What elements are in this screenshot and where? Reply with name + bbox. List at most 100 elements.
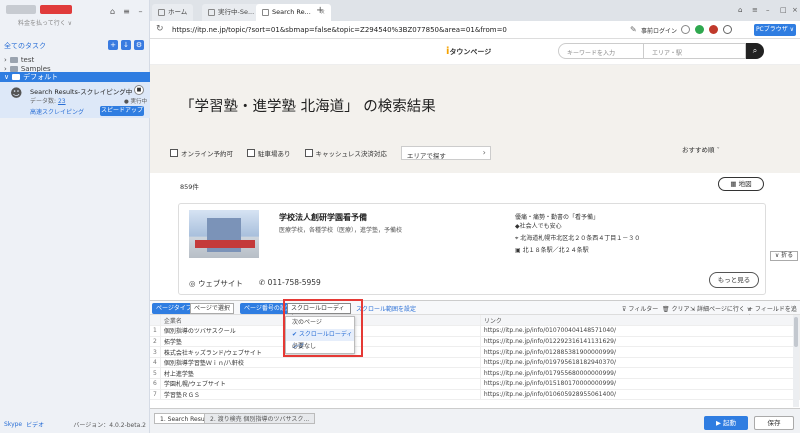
- filter-cashless[interactable]: キャッシュレス決済対応: [304, 148, 387, 158]
- area-input[interactable]: エリア・駅: [644, 43, 746, 59]
- minimize-icon[interactable]: –: [136, 7, 145, 16]
- link-cell[interactable]: https://itp.ne.jp/info/01288538190000099…: [480, 346, 800, 358]
- start-button[interactable]: ▶ 起動: [704, 416, 748, 430]
- scroll-range-link[interactable]: スクロール範囲を設定: [356, 304, 416, 313]
- table-header: 企業名 リンク: [150, 315, 800, 327]
- table-row[interactable]: 2 拓学塾 https://itp.ne.jp/info/0122923161411…: [150, 336, 800, 348]
- maximize-icon[interactable]: □: [780, 6, 787, 14]
- link-cell[interactable]: https://itp.ne.jp/info/01518017000000099…: [480, 378, 800, 390]
- pc-browser-select[interactable]: PCブラウザ ∨: [754, 24, 796, 36]
- filter-parking[interactable]: 駐車場あり: [247, 148, 291, 158]
- link-cell[interactable]: https://itp.ne.jp/info/01229231614113162…: [480, 336, 800, 348]
- filter-button[interactable]: ⊽ フィルター: [622, 304, 658, 313]
- account-plan-link[interactable]: 料金を払って行く ∨: [18, 18, 72, 27]
- pre-login-button[interactable]: 事前ログイン: [641, 26, 677, 35]
- folder-icon: [9, 57, 18, 63]
- menu-icon[interactable]: ≡: [122, 7, 131, 16]
- keyword-input[interactable]: キーワードを入力: [558, 43, 644, 59]
- column-header-link[interactable]: リンク: [480, 315, 800, 327]
- website-link[interactable]: ◎ ウェブサイト: [189, 278, 243, 289]
- lock-icon[interactable]: ⌂: [738, 6, 742, 14]
- table-row[interactable]: 7 学習塾ＲＧＳ https://itp.ne.jp/info/0106059289…: [150, 389, 800, 401]
- import-icon[interactable]: ↓: [121, 40, 131, 50]
- link-cell[interactable]: https://itp.ne.jp/info/01795568000000099…: [480, 367, 800, 380]
- add-task-icon[interactable]: +: [108, 40, 118, 50]
- video-link[interactable]: ビデオ: [26, 420, 44, 429]
- table-scrollbar[interactable]: [793, 315, 799, 407]
- link-cell[interactable]: https://itp.ne.jp/info/01070040414857104…: [480, 325, 800, 337]
- clear-button[interactable]: 🗑 クリア: [662, 304, 690, 313]
- page-select[interactable]: ページで選択: [190, 303, 234, 314]
- result-card: 学校法人創研学園看予備 医療学校，各種学校（医療），進学塾，予備校 優痛・痛勢・…: [178, 203, 766, 295]
- account-info[interactable]: [6, 5, 72, 14]
- version-label: バージョン：4.0.2-beta.2: [73, 422, 146, 429]
- bell-icon[interactable]: ⌂: [108, 7, 117, 16]
- new-tab-button[interactable]: +: [316, 5, 324, 16]
- scroll-loading-select[interactable]: スクロールローディン ▾: [287, 303, 351, 321]
- sort-select[interactable]: おすすめ順: [682, 144, 720, 154]
- search-icon[interactable]: ⌕: [746, 43, 764, 59]
- skype-link[interactable]: Skype: [4, 421, 22, 428]
- folder-default[interactable]: ∨ デフォルト: [0, 72, 150, 82]
- running-task-card[interactable]: ☻ Search Results-スクレイピング中 データ数: 23 ■ ● 実…: [0, 82, 150, 118]
- tab-running[interactable]: 実行中-Se...: [202, 4, 261, 21]
- task-data-count: データ数: 23: [30, 98, 66, 105]
- pause-icon[interactable]: [681, 25, 690, 34]
- row-index: 6: [150, 378, 161, 390]
- table-row[interactable]: 4 個別指導学習塾Ｗｉｎ/八軒校 https://itp.ne.jp/info/01…: [150, 357, 800, 369]
- task-mode: 高速スクレイピング: [30, 109, 85, 116]
- row-index: 1: [150, 325, 161, 337]
- table-row[interactable]: 5 村上進学塾 https://itp.ne.jp/info/01795568000…: [150, 367, 800, 380]
- option-scroll-loading[interactable]: ✔ スクロールローディング: [286, 329, 354, 350]
- checkbox-icon[interactable]: [247, 149, 255, 157]
- tab-detail-data[interactable]: 2. 渡り検売 個別指導のツバサスク...: [204, 413, 316, 424]
- record-icon[interactable]: [709, 25, 718, 34]
- goto-detail-button[interactable]: ⇲ 詳細ページに行く ∨: [690, 304, 751, 313]
- link-cell[interactable]: https://itp.ne.jp/info/01060592895506140…: [480, 389, 800, 401]
- company-name-cell[interactable]: 学習塾ＲＧＳ: [160, 389, 481, 401]
- close-window-icon[interactable]: ×: [792, 6, 798, 14]
- company-name-cell[interactable]: 学園札幌/ウェブサイト: [160, 378, 481, 390]
- result-address: ⌖ 北海道札幌市北区北２０条西４丁目１－３０: [515, 235, 641, 242]
- speed-up-button[interactable]: スピードアップ: [100, 106, 144, 116]
- all-tasks-label[interactable]: 全てのタスク: [4, 41, 46, 51]
- filter-online-reservation[interactable]: オンライン予約可: [170, 148, 233, 158]
- company-name-cell[interactable]: 個別指導学習塾Ｗｉｎ/八軒校: [160, 357, 481, 369]
- menu-icon[interactable]: ≡: [752, 6, 758, 14]
- map-button[interactable]: ▦ 地図: [718, 177, 764, 191]
- table-row[interactable]: 1 個別指導のツバサスクール https://itp.ne.jp/info/0107…: [150, 325, 800, 337]
- area-search-select[interactable]: エリアで探す: [400, 146, 491, 160]
- company-name-cell[interactable]: 村上進学塾: [160, 367, 481, 380]
- checkbox-icon[interactable]: [170, 149, 178, 157]
- scrollbar-thumb[interactable]: [794, 317, 798, 347]
- fold-button[interactable]: ∨ 折る: [770, 251, 798, 261]
- table-row[interactable]: 3 株式会社キッズランド/ウェブサイト https://itp.ne.jp/info…: [150, 346, 800, 358]
- folder-icon: [12, 74, 21, 80]
- address-bar: ↻ https://itp.ne.jp/topic/?sort=01&sbmap…: [150, 21, 800, 39]
- link-cell[interactable]: https://itp.ne.jp/info/01979561818294037…: [480, 357, 800, 369]
- reload-icon[interactable]: ↻: [156, 24, 164, 34]
- minimize-icon[interactable]: –: [766, 6, 770, 14]
- result-catchcopy-2: ◆社会人でも安心: [515, 223, 562, 230]
- phone-link[interactable]: ✆ 011-758-5959: [259, 278, 321, 287]
- stop-icon[interactable]: ■: [134, 85, 144, 95]
- option-none[interactable]: 必要なし: [286, 341, 354, 353]
- tab-home[interactable]: ホーム: [152, 4, 194, 21]
- result-station: ▣ 北１８条駅／北２４条駅: [515, 247, 589, 254]
- save-button[interactable]: 保存: [754, 416, 794, 430]
- web-page: iタウンページ キーワードを入力 エリア・駅 ⌕ 「学習塾・進学塾 北海道」 の…: [150, 39, 800, 296]
- data-toolbar: ページタイプ ページで選択 ページ番号の設定 スクロールローディン ▾ スクロー…: [150, 300, 800, 322]
- table-row[interactable]: 6 学園札幌/ウェブサイト https://itp.ne.jp/info/01518…: [150, 378, 800, 390]
- option-next-page[interactable]: 次のページ: [286, 317, 354, 329]
- edit-icon[interactable]: ✎: [630, 25, 637, 34]
- url-field[interactable]: https://itp.ne.jp/topic/?sort=01&sbmap=f…: [172, 26, 507, 34]
- bottom-tab-bar: 1. Search Results 2. 渡り検売 個別指導のツバサスク... …: [150, 408, 800, 433]
- settings-icon[interactable]: ⚙: [134, 40, 144, 50]
- link-icon: ⇲: [690, 306, 697, 313]
- result-name[interactable]: 学校法人創研学園看予備: [279, 212, 367, 223]
- more-button[interactable]: もっと見る: [709, 272, 759, 288]
- more-icon[interactable]: [723, 25, 732, 34]
- site-logo[interactable]: iタウンページ: [446, 46, 491, 57]
- school-photo[interactable]: [189, 210, 259, 258]
- checkbox-icon[interactable]: [304, 149, 313, 157]
